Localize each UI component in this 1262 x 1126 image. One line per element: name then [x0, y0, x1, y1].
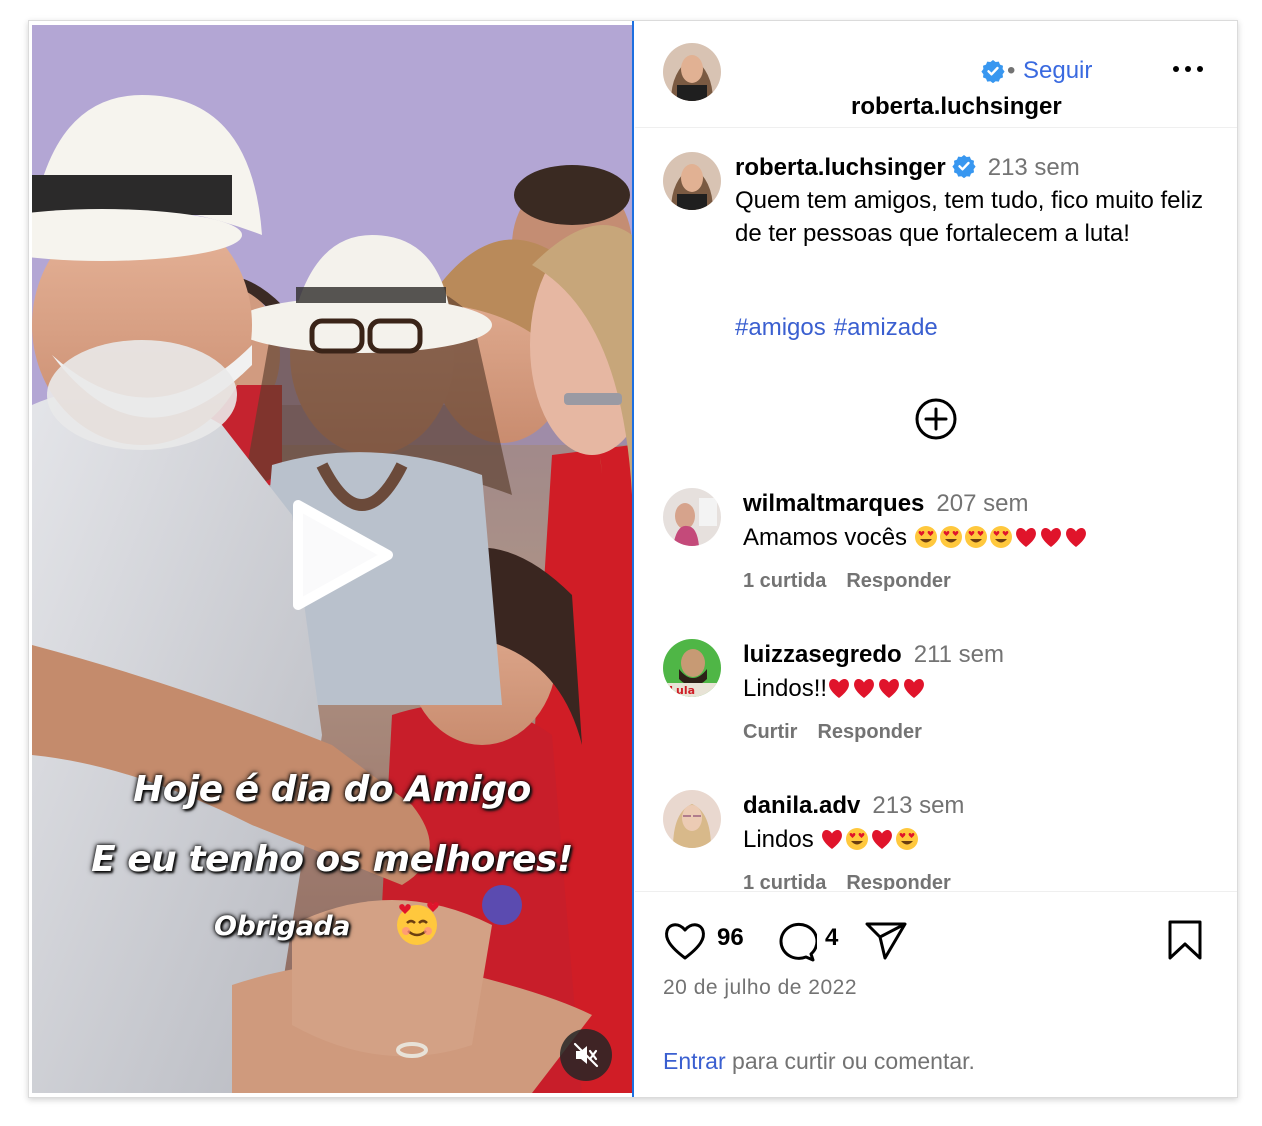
caption-author-avatar[interactable]: [663, 152, 721, 210]
red-heart-icon: [872, 830, 893, 849]
media-panel-divider: [632, 21, 634, 1097]
comment-actions: Curtir Responder: [743, 721, 942, 744]
heart-eyes-icon: [939, 526, 962, 548]
reply-button[interactable]: Responder: [846, 872, 950, 890]
commenter-avatar[interactable]: [663, 488, 721, 546]
post-video[interactable]: Hoje é dia do Amigo E eu tenho os melhor…: [32, 25, 632, 1093]
red-heart-icon: [1015, 528, 1036, 547]
comment-time[interactable]: 207 sem: [936, 490, 1028, 517]
red-heart-icon: [1040, 528, 1061, 547]
header-separator: •: [1007, 57, 1016, 84]
speaker-muted-icon: [573, 1042, 599, 1068]
comments-count[interactable]: 4: [825, 924, 838, 952]
hashtag-link[interactable]: #amizade: [834, 314, 938, 341]
comment-text: Lindos!!: [743, 675, 927, 703]
heart-eyes-icon: [964, 526, 987, 548]
post-card: Hoje é dia do Amigo E eu tenho os melhor…: [28, 20, 1238, 1098]
author-username[interactable]: roberta.luchsinger: [851, 93, 1062, 121]
red-heart-icon: [1065, 528, 1086, 547]
comment-text-content: Amamos vocês: [743, 524, 908, 551]
comment-time[interactable]: 211 sem: [914, 641, 1004, 668]
post-date[interactable]: 20 de julho de 2022: [663, 976, 857, 1000]
login-prompt-text: para curtir ou comentar.: [725, 1048, 975, 1074]
plus-circle-icon[interactable]: [913, 396, 959, 442]
caption-username[interactable]: roberta.luchsinger: [735, 154, 946, 181]
video-caption-line-1: Hoje é dia do Amigo: [133, 769, 531, 810]
red-heart-icon: [822, 830, 843, 849]
comment-username[interactable]: luizzasegredo: [743, 641, 902, 668]
more-options-icon[interactable]: [1171, 57, 1205, 81]
comment-text-content: Lindos: [743, 826, 814, 853]
comment-likes-count[interactable]: 1 curtida: [743, 872, 826, 890]
caption-hashtags: #amigos #amizade: [735, 314, 946, 342]
comment-text: Amamos vocês: [743, 524, 1089, 552]
mute-button[interactable]: [560, 1029, 612, 1081]
caption-header: roberta.luchsinger 213 sem: [735, 154, 1080, 182]
heart-eyes-icon: [846, 828, 869, 850]
comment-text: Lindos: [743, 826, 920, 854]
video-caption-line-3: Obrigada: [214, 911, 350, 942]
video-caption-line-2: E eu tenho os melhores!: [91, 839, 573, 880]
comment-time[interactable]: 213 sem: [872, 792, 964, 819]
comment-text-content: Lindos!!: [743, 675, 828, 702]
red-heart-icon: [854, 679, 875, 698]
play-icon[interactable]: [278, 495, 398, 615]
comment-username[interactable]: danila.adv: [743, 792, 860, 819]
comment-item: wilmaltmarques 207 sem Amamos vocês 1 cur…: [635, 488, 1237, 628]
heart-icon[interactable]: [663, 920, 707, 962]
comment-actions: 1 curtida Responder: [743, 570, 971, 593]
comment-icon[interactable]: [773, 920, 817, 962]
svg-text:Lula: Lula: [669, 684, 695, 697]
comment-emojis: [914, 524, 1089, 551]
comment-item: Lula luizzasegredo 211 sem Lindos!! Curti…: [635, 639, 1237, 779]
share-icon[interactable]: [863, 920, 909, 962]
heart-eyes-icon: [989, 526, 1012, 548]
commenter-avatar[interactable]: Lula: [663, 639, 721, 697]
red-heart-icon: [829, 679, 850, 698]
verified-badge-icon: [952, 155, 976, 178]
caption-time[interactable]: 213 sem: [988, 154, 1080, 181]
heart-eyes-icon: [914, 526, 937, 548]
comment-emojis: [827, 675, 927, 702]
login-link[interactable]: Entrar: [663, 1048, 726, 1074]
comments-scroll-area[interactable]: roberta.luchsinger 213 sem Quem tem amig…: [635, 128, 1237, 890]
comment-likes-count[interactable]: 1 curtida: [743, 570, 826, 592]
verified-badge-icon: [981, 60, 1005, 83]
reply-button[interactable]: Responder: [846, 570, 950, 592]
commenter-avatar[interactable]: [663, 790, 721, 848]
post-header: roberta.luchsinger • Seguir: [635, 21, 1237, 128]
comment-username[interactable]: wilmaltmarques: [743, 490, 924, 517]
like-comment-button[interactable]: Curtir: [743, 721, 797, 743]
comment-actions: 1 curtida Responder: [743, 872, 971, 890]
comment-emojis: [820, 826, 920, 853]
comment-item: danila.adv 213 sem Lindos 1 curtida Respon…: [635, 790, 1237, 890]
smiling-face-with-hearts-icon: [397, 902, 439, 945]
follow-button[interactable]: Seguir: [1023, 57, 1092, 85]
login-prompt: Entrar para curtir ou comentar.: [663, 1048, 975, 1075]
hashtag-link[interactable]: #amigos: [735, 314, 826, 341]
post-details-panel: roberta.luchsinger • Seguir roberta.luch…: [635, 21, 1237, 1097]
caption-text: Quem tem amigos, tem tudo, fico muito fe…: [735, 187, 1204, 247]
reply-button[interactable]: Responder: [817, 721, 921, 743]
red-heart-icon: [879, 679, 900, 698]
author-avatar[interactable]: [663, 43, 721, 101]
bookmark-icon[interactable]: [1165, 918, 1205, 962]
likes-count[interactable]: 96: [717, 924, 744, 952]
heart-eyes-icon: [896, 828, 919, 850]
red-heart-icon: [904, 679, 925, 698]
post-footer: 96 4 20 de julho de 2022 Entrar para cur…: [635, 891, 1237, 1097]
